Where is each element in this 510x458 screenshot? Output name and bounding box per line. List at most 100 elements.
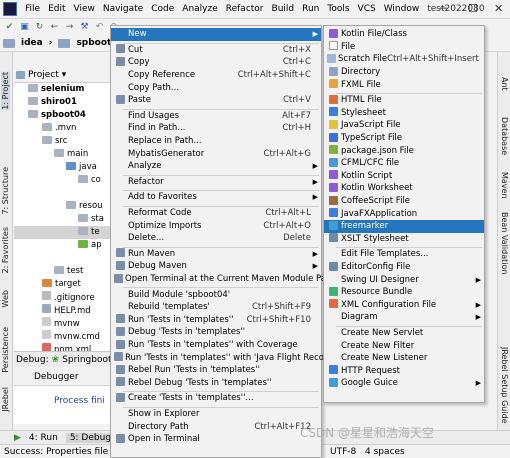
menu-run[interactable]: Run	[298, 4, 323, 14]
new-menu-item-diagram[interactable]: Diagram ▶	[324, 311, 484, 324]
new-menu-item-google-guice[interactable]: Google Guice ▶	[324, 377, 484, 390]
tree-item[interactable]: main	[54, 148, 88, 161]
tab-debug[interactable]: 5: Debug	[65, 432, 116, 443]
context-menu-item-new[interactable]: New ▶	[111, 28, 321, 41]
tree-item[interactable]: selenium	[28, 83, 84, 96]
menu-window[interactable]: Window	[380, 4, 424, 14]
tree-item[interactable]: .mvn	[42, 122, 76, 135]
tree-item[interactable]: co	[78, 174, 101, 187]
tree-item[interactable]: target	[42, 278, 81, 291]
new-menu-item-xslt-stylesheet[interactable]: XSLT Stylesheet	[324, 233, 484, 246]
new-menu-item-xml-configuration-file[interactable]: XML Configuration File ▶	[324, 299, 484, 312]
new-menu-item-fxml-file[interactable]: FXML File	[324, 78, 484, 91]
new-menu-item-cfml-cfc-file[interactable]: CFML/CFC file	[324, 157, 484, 170]
context-menu-item-analyze[interactable]: Analyze ▶	[111, 160, 321, 173]
new-menu-item-typescript-file[interactable]: TypeScript File	[324, 132, 484, 145]
context-menu-item-add-to-favorites[interactable]: Add to Favorites ▶	[111, 191, 321, 204]
context-menu-item-cut[interactable]: Cut Ctrl+X	[111, 44, 321, 57]
context-menu-item-create-tests-in-templates[interactable]: Create 'Tests in 'templates''...	[111, 392, 321, 405]
breadcrumb-item[interactable]: idea	[21, 38, 43, 48]
forward-icon[interactable]: →	[64, 22, 75, 33]
menu-tools[interactable]: Tools	[323, 4, 353, 14]
indent-indicator[interactable]: 4 spaces	[365, 447, 405, 457]
context-menu-item-refactor[interactable]: Refactor ▶	[111, 176, 321, 189]
minimize-icon[interactable]: ─	[440, 2, 447, 15]
new-menu-item-create-new-listener[interactable]: Create New Listener	[324, 352, 484, 365]
sync-icon[interactable]: ↻	[34, 22, 45, 33]
new-menu-item-file[interactable]: File	[324, 41, 484, 54]
menu-analyze[interactable]: Analyze	[178, 4, 221, 14]
new-menu-item-javascript-file[interactable]: JavaScript File	[324, 119, 484, 132]
tab-bean-validation[interactable]: Bean Validation	[500, 212, 509, 274]
tree-item[interactable]: test	[54, 265, 83, 278]
undo-icon[interactable]: ↶	[94, 22, 105, 33]
context-menu-item-find-in-path[interactable]: Find in Path... Ctrl+H	[111, 122, 321, 135]
context-menu-item-debug-maven[interactable]: Debug Maven ▶	[111, 260, 321, 273]
new-menu-item-directory[interactable]: Directory	[324, 66, 484, 79]
new-menu-item-html-file[interactable]: HTML File	[324, 94, 484, 107]
menu-edit[interactable]: Edit	[44, 4, 69, 14]
context-menu-item-rebel-debug-tests-in-templates[interactable]: Rebel Debug 'Tests in 'templates''	[111, 377, 321, 390]
tree-item-selected[interactable]: te	[14, 226, 110, 239]
tab-ant[interactable]: Ant	[500, 77, 509, 91]
context-menu-item-rebel-run-tests-in-templates[interactable]: Rebel Run 'Tests in 'templates''	[111, 364, 321, 377]
build-icon[interactable]: ⚒	[79, 22, 90, 33]
context-menu-item-run-tests-in-templates[interactable]: Run 'Tests in 'templates'' Ctrl+Shift+F10	[111, 314, 321, 327]
tree-item[interactable]: .gitignore	[42, 291, 95, 304]
menu-refactor[interactable]: Refactor	[222, 4, 268, 14]
tab-project[interactable]: 1: Project	[1, 72, 10, 110]
tab-persistence[interactable]: Persistence	[1, 327, 10, 373]
context-menu-item-copy-path[interactable]: Copy Path...	[111, 81, 321, 94]
context-menu-item-run-tests-in-templates-with-coverage[interactable]: Run 'Tests in 'templates'' with Coverage	[111, 339, 321, 352]
context-menu-item-debug-tests-in-templates[interactable]: Debug 'Tests in 'templates''	[111, 326, 321, 339]
tree-item[interactable]: mvnw.cmd	[42, 330, 100, 343]
menu-file[interactable]: File	[21, 4, 44, 14]
tree-item[interactable]: resou	[66, 200, 103, 213]
tab-structure[interactable]: 7: Structure	[1, 167, 10, 215]
context-menu-item-directory-path[interactable]: Directory Path Ctrl+Alt+F12	[111, 420, 321, 433]
context-menu-item-replace-in-path[interactable]: Replace in Path...	[111, 135, 321, 148]
new-menu-item-kotlin-worksheet[interactable]: Kotlin Worksheet	[324, 182, 484, 195]
menu-build[interactable]: Build	[268, 4, 299, 14]
context-menu-item-run-maven[interactable]: Run Maven ▶	[111, 248, 321, 261]
context-menu-item-find-usages[interactable]: Find Usages Alt+F7	[111, 110, 321, 123]
new-menu-item-kotlin-script[interactable]: Kotlin Script	[324, 170, 484, 183]
tab-web[interactable]: Web	[1, 290, 10, 307]
tab-jrebel[interactable]: JRebel	[1, 387, 10, 412]
new-menu-item-javafxapplication[interactable]: JavaFXApplication	[324, 207, 484, 220]
tree-item[interactable]: shiro01	[28, 96, 77, 109]
tab-maven[interactable]: Maven	[500, 172, 509, 199]
new-menu-item-create-new-filter[interactable]: Create New Filter	[324, 339, 484, 352]
context-menu-item-build-module-spboot04[interactable]: Build Module 'spboot04'	[111, 288, 321, 301]
tab-debugger[interactable]: Debugger	[34, 372, 79, 382]
save-icon[interactable]: ▣	[19, 22, 30, 33]
new-menu-item-coffeescript-file[interactable]: CoffeeScript File	[324, 195, 484, 208]
new-menu-item-stylesheet[interactable]: Stylesheet	[324, 107, 484, 120]
new-menu-item-package-json-file[interactable]: package.json File	[324, 144, 484, 157]
tab-jrebel-setup-guide[interactable]: JRebel Setup Guide	[500, 347, 509, 424]
context-menu-item-reformat-code[interactable]: Reformat Code Ctrl+Alt+L	[111, 207, 321, 220]
tree-item[interactable]: ap	[78, 239, 102, 252]
back-icon[interactable]: ←	[49, 22, 60, 33]
new-menu-item-edit-file-templates[interactable]: Edit File Templates...	[324, 248, 484, 261]
context-menu-item-delete[interactable]: Delete... Delete	[111, 232, 321, 245]
tab-favorites[interactable]: 2: Favorites	[1, 227, 10, 273]
menu-vcs[interactable]: VCS	[354, 4, 380, 14]
encoding-indicator[interactable]: UTF-8	[330, 447, 356, 457]
tree-item[interactable]: java	[66, 161, 97, 174]
new-menu-item-swing-ui-designer[interactable]: Swing UI Designer ▶	[324, 273, 484, 286]
tree-item[interactable]: mvnw	[42, 317, 80, 330]
tab-run[interactable]: 4: Run	[29, 433, 58, 443]
project-panel-title[interactable]: Project	[28, 70, 59, 80]
new-menu-item-resource-bundle[interactable]: Resource Bundle	[324, 286, 484, 299]
context-menu-item-open-in-terminal[interactable]: Open in Terminal	[111, 433, 321, 446]
context-menu-item-show-in-explorer[interactable]: Show in Explorer	[111, 408, 321, 421]
menu-view[interactable]: View	[70, 4, 99, 14]
new-menu-item-editorconfig-file[interactable]: EditorConfig File	[324, 261, 484, 274]
menu-navigate[interactable]: Navigate	[99, 4, 147, 14]
new-menu-item-freemarker[interactable]: freemarker	[324, 220, 484, 233]
new-menu-item-kotlin-file-class[interactable]: Kotlin File/Class	[324, 28, 484, 41]
context-menu-item-paste[interactable]: Paste Ctrl+V	[111, 94, 321, 107]
new-menu-item-http-request[interactable]: HTTP Request	[324, 365, 484, 378]
check-icon[interactable]: ✔	[4, 22, 15, 33]
